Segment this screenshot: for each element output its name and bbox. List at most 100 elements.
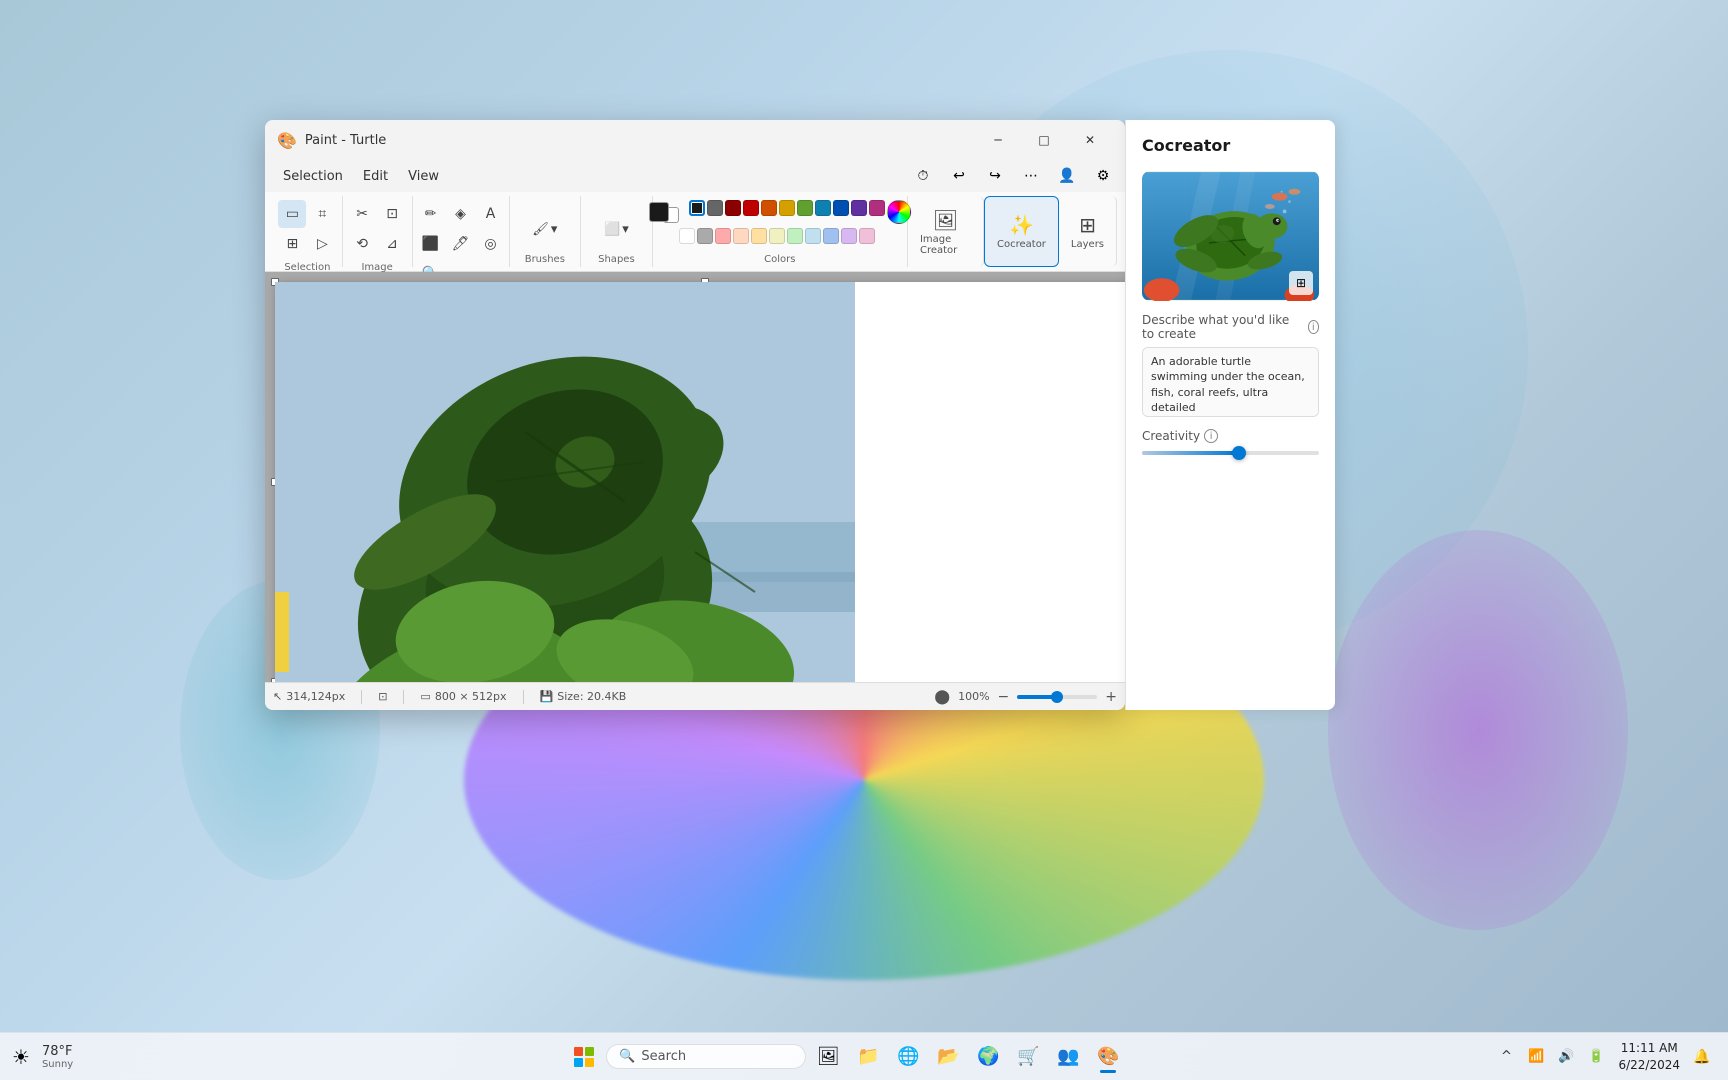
selection-indicator: ⊡ (378, 690, 387, 703)
undo-button[interactable]: ↩ (945, 162, 973, 190)
cocreator-button[interactable]: ✨ Cocreator (984, 196, 1059, 267)
color-purple[interactable] (851, 200, 867, 216)
color-white[interactable] (679, 228, 695, 244)
taskbar-teams-app[interactable]: 👥 (1050, 1039, 1086, 1075)
creativity-info-icon[interactable]: i (1204, 429, 1218, 443)
taskbar-paint-app[interactable]: 🎨 (1090, 1039, 1126, 1075)
taskbar-search[interactable]: 🔍 Search (606, 1044, 806, 1069)
color-lightgreen[interactable] (787, 228, 803, 244)
resize-tool[interactable]: ⊡ (378, 200, 406, 228)
color-black[interactable] (689, 200, 705, 216)
profile-icon[interactable]: 👤 (1053, 162, 1081, 190)
selection-group: ▭ ⌗ ⊞ ▷ Selection (273, 196, 343, 267)
fill-tool[interactable]: ◈ (447, 200, 475, 228)
paint-window: 🎨 Paint - Turtle ─ □ ✕ Selection Edit Vi… (265, 120, 1125, 710)
color-rose[interactable] (859, 228, 875, 244)
color-darkgray[interactable] (707, 200, 723, 216)
color-darkred[interactable] (725, 200, 741, 216)
eraser-tool[interactable]: ⬛ (417, 230, 445, 258)
brushes-button[interactable]: 🖌 ▾ (515, 215, 575, 243)
select-all-tool[interactable]: ⊞ (278, 230, 306, 258)
color-gray[interactable] (697, 228, 713, 244)
eyedrop-tool[interactable]: ◎ (477, 230, 505, 258)
color-pink[interactable] (869, 200, 885, 216)
image-creator-button[interactable]: 🖼 Image Creator (908, 196, 984, 267)
chevron-icon[interactable]: ^ (1492, 1043, 1520, 1071)
cursor-icon: ↖ (273, 690, 282, 703)
notification-button[interactable]: 🔔 (1688, 1043, 1716, 1071)
prompt-textarea[interactable]: An adorable turtle swimming under the oc… (1142, 347, 1319, 417)
color-orange[interactable] (761, 200, 777, 216)
color-green[interactable] (797, 200, 813, 216)
color-blue[interactable] (833, 200, 849, 216)
color-lightyellow[interactable] (751, 228, 767, 244)
maximize-button[interactable]: □ (1021, 124, 1067, 156)
creativity-thumb[interactable] (1232, 446, 1246, 460)
pencil-tool[interactable]: ✏ (417, 200, 445, 228)
brushes-group: 🖌 ▾ Brushes (510, 196, 582, 267)
canvas-container (275, 282, 1125, 682)
network-icon[interactable]: 📶 (1522, 1043, 1550, 1071)
select-free-tool[interactable]: ⌗ (308, 200, 336, 228)
foreground-color[interactable] (649, 202, 669, 222)
more-button[interactable]: ⋯ (1017, 162, 1045, 190)
color-yellow[interactable] (779, 200, 795, 216)
select-rect-tool[interactable]: ▭ (278, 200, 306, 228)
logo-q3 (574, 1058, 583, 1067)
pen-tool[interactable]: 🖊 (447, 230, 475, 258)
color-periwinkle[interactable] (823, 228, 839, 244)
taskbar-gallery-app[interactable]: 🖼 (810, 1039, 846, 1075)
zoom-in-btn[interactable]: + (1105, 689, 1117, 705)
select-move-tool[interactable]: ▷ (308, 230, 336, 258)
minimize-button[interactable]: ─ (975, 124, 1021, 156)
canvas-area[interactable] (265, 272, 1125, 682)
creativity-slider[interactable] (1142, 451, 1319, 455)
shapes-button[interactable]: ⬜ ▾ (586, 215, 646, 243)
info-icon[interactable]: i (1308, 320, 1319, 334)
color-lightred[interactable] (715, 228, 731, 244)
canvas-image[interactable] (275, 282, 855, 682)
creativity-fill (1142, 451, 1239, 455)
shapes-label: Shapes (598, 254, 635, 267)
taskbar-edge-app[interactable]: 🌍 (970, 1039, 1006, 1075)
toolbar: ▭ ⌗ ⊞ ▷ Selection ✂ ⊡ ⟲ ⊿ Image ✏ ◈ A ⬛ (265, 192, 1125, 272)
crop-tool[interactable]: ✂ (348, 200, 376, 228)
settings-button[interactable]: ⚙ (1089, 162, 1117, 190)
color-cream[interactable] (769, 228, 785, 244)
expand-preview-button[interactable]: ⊞ (1289, 271, 1313, 295)
taskbar-store-app[interactable]: 🛒 (1010, 1039, 1046, 1075)
taskbar-explorer-app[interactable]: 📂 (930, 1039, 966, 1075)
color-red[interactable] (743, 200, 759, 216)
color-teal[interactable] (815, 200, 831, 216)
start-button[interactable] (566, 1039, 602, 1075)
menu-edit[interactable]: Edit (353, 165, 398, 188)
rotate-tool[interactable]: ⟲ (348, 230, 376, 258)
volume-icon[interactable]: 🔊 (1552, 1043, 1580, 1071)
taskbar-files-app[interactable]: 📁 (850, 1039, 886, 1075)
zoom-slider[interactable] (1017, 695, 1097, 699)
weather-widget[interactable]: 78°F Sunny (34, 1042, 81, 1072)
layers-label: Layers (1071, 239, 1104, 250)
windows-logo (574, 1047, 594, 1067)
shapes-arrow: ▾ (622, 222, 629, 237)
menu-file[interactable]: Selection (273, 165, 353, 188)
dimensions-text: 800 × 512px (435, 690, 507, 703)
taskbar-browser-app[interactable]: 🌐 (890, 1039, 926, 1075)
zoom-thumb[interactable] (1051, 691, 1063, 703)
zoom-out-btn[interactable]: − (998, 689, 1010, 705)
flip-tool[interactable]: ⊿ (378, 230, 406, 258)
battery-icon[interactable]: 🔋 (1582, 1043, 1610, 1071)
image-tools: ✂ ⊡ ⟲ ⊿ (348, 196, 406, 262)
text-tool[interactable]: A (477, 200, 505, 228)
redo-button[interactable]: ↪ (981, 162, 1009, 190)
menu-view[interactable]: View (398, 165, 449, 188)
color-skin[interactable] (733, 228, 749, 244)
history-button[interactable]: ⏱ (909, 162, 937, 190)
close-button[interactable]: ✕ (1067, 124, 1113, 156)
menu-bar-right: ⏱ ↩ ↪ ⋯ 👤 ⚙ (909, 162, 1117, 190)
size-text: Size: 20.4KB (557, 690, 626, 703)
color-lightblue[interactable] (805, 228, 821, 244)
system-clock[interactable]: 11:11 AM 6/22/2024 (1612, 1038, 1686, 1076)
color-lavender[interactable] (841, 228, 857, 244)
layers-button[interactable]: ⊞ Layers (1059, 196, 1117, 267)
